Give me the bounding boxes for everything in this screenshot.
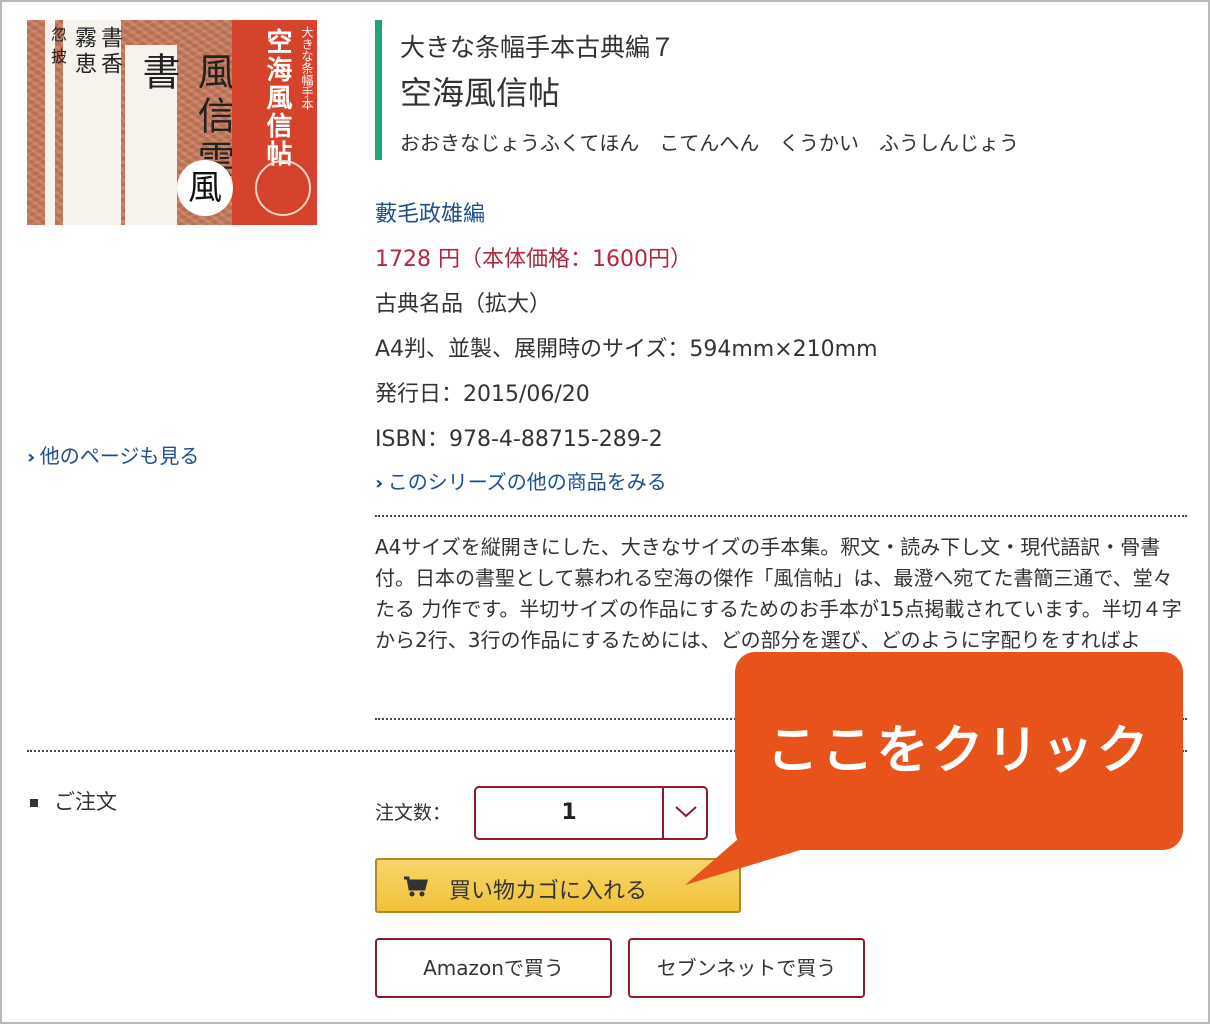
- callout-text: ここをクリック: [766, 721, 1152, 781]
- click-here-callout: ここをクリック: [735, 652, 1183, 850]
- callout-pointer: [685, 820, 850, 885]
